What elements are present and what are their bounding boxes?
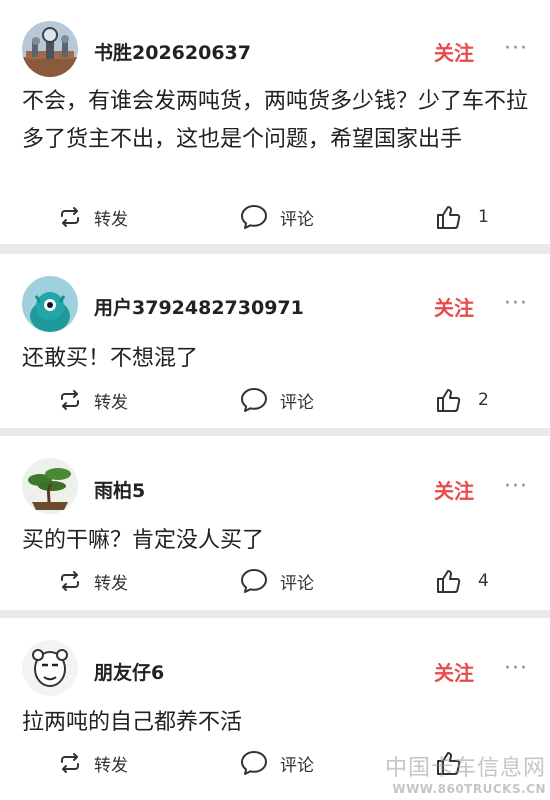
follow-button[interactable]: 关注 bbox=[434, 292, 474, 321]
city-clock-tower-avatar-icon bbox=[22, 21, 78, 77]
share-button[interactable]: 转发 bbox=[58, 202, 128, 232]
bonsai-tree-avatar-icon bbox=[22, 458, 78, 514]
comment-card: 用户3792482730971 关注 ··· 还敢买！不想混了 转发 评论 2 bbox=[0, 254, 550, 428]
thumbs-up-icon bbox=[437, 570, 461, 593]
thumbs-up-icon bbox=[437, 389, 461, 412]
like-button[interactable]: 4 bbox=[436, 566, 489, 596]
comment-bubble-icon bbox=[241, 205, 267, 229]
share-label: 转发 bbox=[94, 573, 128, 594]
username[interactable]: 书胜202620637 bbox=[94, 38, 251, 65]
username[interactable]: 雨柏5 bbox=[94, 476, 145, 503]
share-button[interactable]: 转发 bbox=[58, 748, 128, 778]
more-options-icon[interactable]: ··· bbox=[504, 476, 528, 498]
like-count: 4 bbox=[478, 571, 489, 591]
comment-bubble-icon bbox=[241, 388, 267, 412]
comment-button[interactable]: 评论 bbox=[240, 385, 314, 415]
repost-icon bbox=[61, 571, 79, 591]
follow-button[interactable]: 关注 bbox=[434, 37, 474, 66]
like-count: 1 bbox=[478, 207, 489, 227]
avatar[interactable] bbox=[22, 640, 78, 696]
like-count: 2 bbox=[478, 390, 489, 410]
watermark-url: WWW.860TRUCKS.CN bbox=[392, 782, 546, 796]
share-button[interactable]: 转发 bbox=[58, 385, 128, 415]
comment-text: 拉两吨的自己都养不活 bbox=[22, 710, 243, 735]
cartoon-face-avatar-icon bbox=[22, 640, 78, 696]
teal-monster-avatar-icon bbox=[22, 276, 78, 332]
repost-icon bbox=[61, 390, 79, 410]
share-label: 转发 bbox=[94, 392, 128, 413]
comment-text: 不会，有谁会发两吨货，两吨货多少钱？少了车不拉多了货主不出，这也是个问题，希望国… bbox=[22, 89, 529, 152]
username[interactable]: 朋友仔6 bbox=[94, 658, 164, 685]
more-options-icon[interactable]: ··· bbox=[504, 38, 528, 60]
comment-label: 评论 bbox=[280, 573, 314, 594]
comment-card: 书胜202620637 关注 ··· 不会，有谁会发两吨货，两吨货多少钱？少了车… bbox=[0, 0, 550, 244]
comment-label: 评论 bbox=[280, 755, 314, 776]
follow-button[interactable]: 关注 bbox=[434, 657, 474, 686]
avatar[interactable] bbox=[22, 458, 78, 514]
comment-button[interactable]: 评论 bbox=[240, 748, 314, 778]
comment-text: 还敢买！不想混了 bbox=[22, 346, 199, 371]
more-options-icon[interactable]: ··· bbox=[504, 293, 528, 315]
comment-text: 买的干嘛？肯定没人买了 bbox=[22, 528, 265, 553]
comment-label: 评论 bbox=[280, 209, 314, 230]
comment-bubble-icon bbox=[241, 569, 267, 593]
repost-icon bbox=[61, 207, 79, 227]
username[interactable]: 用户3792482730971 bbox=[94, 293, 304, 320]
share-button[interactable]: 转发 bbox=[58, 566, 128, 596]
watermark-title: 中国卡车信息网 bbox=[384, 756, 546, 781]
like-button[interactable]: 2 bbox=[436, 385, 489, 415]
comment-card: 雨柏5 关注 ··· 买的干嘛？肯定没人买了 转发 评论 4 bbox=[0, 436, 550, 610]
share-label: 转发 bbox=[94, 755, 128, 776]
avatar[interactable] bbox=[22, 21, 78, 77]
site-watermark: 中国卡车信息网 WWW.860TRUCKS.CN bbox=[385, 750, 546, 796]
repost-icon bbox=[61, 753, 79, 773]
like-button[interactable]: 1 bbox=[436, 202, 489, 232]
avatar[interactable] bbox=[22, 276, 78, 332]
follow-button[interactable]: 关注 bbox=[434, 475, 474, 504]
comment-button[interactable]: 评论 bbox=[240, 566, 314, 596]
comment-bubble-icon bbox=[241, 751, 267, 775]
comment-button[interactable]: 评论 bbox=[240, 202, 314, 232]
comment-label: 评论 bbox=[280, 392, 314, 413]
more-options-icon[interactable]: ··· bbox=[504, 658, 528, 680]
thumbs-up-icon bbox=[437, 206, 461, 229]
share-label: 转发 bbox=[94, 209, 128, 230]
